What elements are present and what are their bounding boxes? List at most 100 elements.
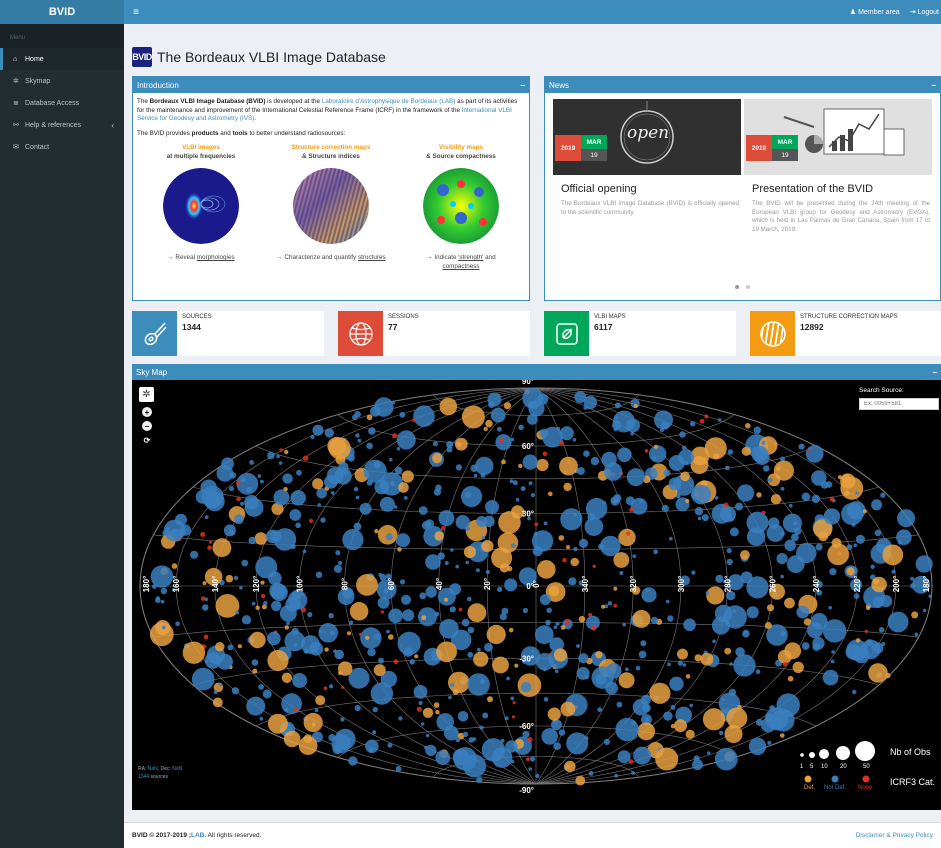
sidebar-item-skymap[interactable]: ✲ Skymap — [0, 70, 124, 92]
vlbi-image-thumbnail[interactable] — [163, 168, 239, 244]
source-marker — [777, 649, 792, 664]
source-marker — [782, 513, 802, 533]
source-marker — [584, 517, 604, 536]
collapse-button[interactable]: − — [931, 81, 936, 90]
news-item-title[interactable]: Official opening — [561, 183, 741, 195]
disclaimer-link[interactable]: Disclamer & Privacy Policy — [856, 832, 933, 839]
collapse-button[interactable]: − — [520, 81, 525, 90]
legend-size-marker — [809, 752, 815, 758]
source-marker — [740, 550, 750, 560]
source-marker — [613, 603, 618, 608]
source-marker — [629, 507, 634, 512]
source-marker — [150, 565, 174, 588]
source-marker — [510, 543, 516, 548]
source-marker — [207, 545, 212, 550]
source-marker — [412, 418, 416, 422]
lab-link[interactable]: Laboratoire d'Astrophysique de Bordeaux … — [322, 98, 456, 105]
stat-box-sources[interactable]: SOURCES 1344 — [132, 311, 324, 356]
morphologies-link[interactable]: morphologies — [197, 254, 235, 261]
news-item-title[interactable]: Presentation of the BVID — [752, 183, 932, 195]
source-marker — [898, 540, 903, 545]
source-marker — [694, 507, 704, 516]
source-marker — [653, 444, 658, 449]
carousel-dot[interactable] — [735, 285, 739, 289]
source-marker — [481, 738, 506, 762]
source-marker — [510, 759, 515, 764]
visibility-map-thumbnail[interactable] — [423, 168, 499, 244]
carousel-dot[interactable] — [746, 285, 750, 289]
source-marker — [767, 477, 773, 483]
source-marker — [396, 447, 401, 451]
source-marker — [878, 627, 885, 633]
sidebar-item-help[interactable]: ⚯ Help & references ‹ — [0, 114, 124, 136]
source-marker — [801, 642, 810, 650]
search-source-input[interactable] — [859, 398, 939, 410]
source-marker — [318, 623, 338, 643]
source-marker — [257, 474, 262, 478]
source-marker — [389, 457, 393, 462]
source-marker — [559, 440, 564, 446]
structures-link[interactable]: structures — [358, 254, 386, 261]
stat-box-vlbi-maps[interactable]: VLBI MAPS 6117 — [544, 311, 736, 356]
source-marker — [282, 473, 293, 484]
sky-map-title: Sky Map — [136, 367, 168, 377]
source-marker — [633, 404, 638, 408]
strength-link[interactable]: 'strength' — [458, 254, 483, 261]
sidebar-item-home[interactable]: ⌂ Home — [0, 48, 124, 70]
compactness-link[interactable]: compactness — [442, 263, 479, 270]
source-marker — [284, 625, 289, 630]
news-item[interactable]: 2019 MAR 19 Presentation of the BVID The… — [744, 99, 932, 234]
source-marker — [312, 424, 324, 436]
source-marker — [530, 756, 536, 762]
source-marker — [241, 559, 249, 567]
footer: BVID © 2017-2019 ; LAB. All rights reser… — [124, 822, 941, 848]
zoom-out-button[interactable]: − — [142, 421, 152, 431]
lab-link[interactable]: LAB — [191, 832, 204, 839]
sidebar-item-label: Skymap — [25, 77, 51, 85]
logout-link[interactable]: ⇥ Logout — [910, 8, 939, 17]
top-navbar: ≡ ♟ Member area ⇥ Logout — [124, 0, 941, 24]
settings-button[interactable]: ✲ — [139, 387, 154, 402]
sidebar-item-database-access[interactable]: ≣ Database Access — [0, 92, 124, 114]
source-marker — [342, 529, 364, 551]
stat-box-structure-maps[interactable]: STRUCTURE CORRECTION MAPS 12892 — [750, 311, 941, 356]
source-marker — [229, 472, 237, 479]
source-marker — [528, 481, 533, 486]
sky-map-projection[interactable]: 90°60°30°0°-30°-60°-90°180° 160° 140° 120° 1… — [132, 380, 941, 810]
source-marker — [328, 437, 351, 460]
longitude-label: 60° — [387, 578, 396, 590]
source-marker — [269, 582, 286, 600]
source-marker — [248, 536, 257, 545]
source-marker — [526, 414, 538, 425]
source-marker — [853, 593, 860, 599]
open-sign-text: open — [627, 123, 670, 143]
member-area-link[interactable]: ♟ Member area — [850, 8, 900, 17]
brand-logo[interactable]: BVID — [0, 0, 124, 24]
source-marker — [882, 544, 904, 566]
sidebar-item-contact[interactable]: ✉ Contact — [0, 136, 124, 158]
sidebar-toggle-button[interactable]: ≡ — [126, 7, 146, 18]
source-marker — [699, 418, 705, 424]
source-marker — [155, 597, 161, 604]
source-marker — [735, 502, 743, 511]
source-marker — [603, 462, 623, 481]
source-marker — [911, 611, 919, 619]
dec-value: NaN — [172, 766, 183, 772]
source-marker — [522, 730, 530, 738]
sky-map-canvas[interactable]: 90° 60° 30° 0° -30° -60° -90° 180° 160° 140° 120° 1… — [132, 380, 941, 810]
source-marker — [233, 514, 244, 525]
source-marker — [403, 496, 408, 500]
sky-map-box: Sky Map − 90° 60° 30° 0° -30° -60° -90° 180° 160… — [132, 364, 941, 810]
stat-box-sessions[interactable]: SESSIONS 77 — [338, 311, 530, 356]
legend-size-label: 1 — [800, 764, 804, 770]
collapse-button[interactable]: − — [932, 368, 937, 377]
news-item[interactable]: open 2019 MAR 19 Official opening The Bo… — [553, 99, 741, 217]
reset-view-button[interactable]: ⟳ — [142, 435, 152, 445]
structure-map-thumbnail[interactable] — [293, 168, 369, 244]
source-marker — [446, 446, 453, 453]
source-marker — [756, 492, 762, 498]
source-marker — [770, 494, 782, 505]
zoom-in-button[interactable]: + — [142, 407, 152, 417]
source-marker — [613, 494, 622, 503]
source-marker — [841, 502, 864, 526]
